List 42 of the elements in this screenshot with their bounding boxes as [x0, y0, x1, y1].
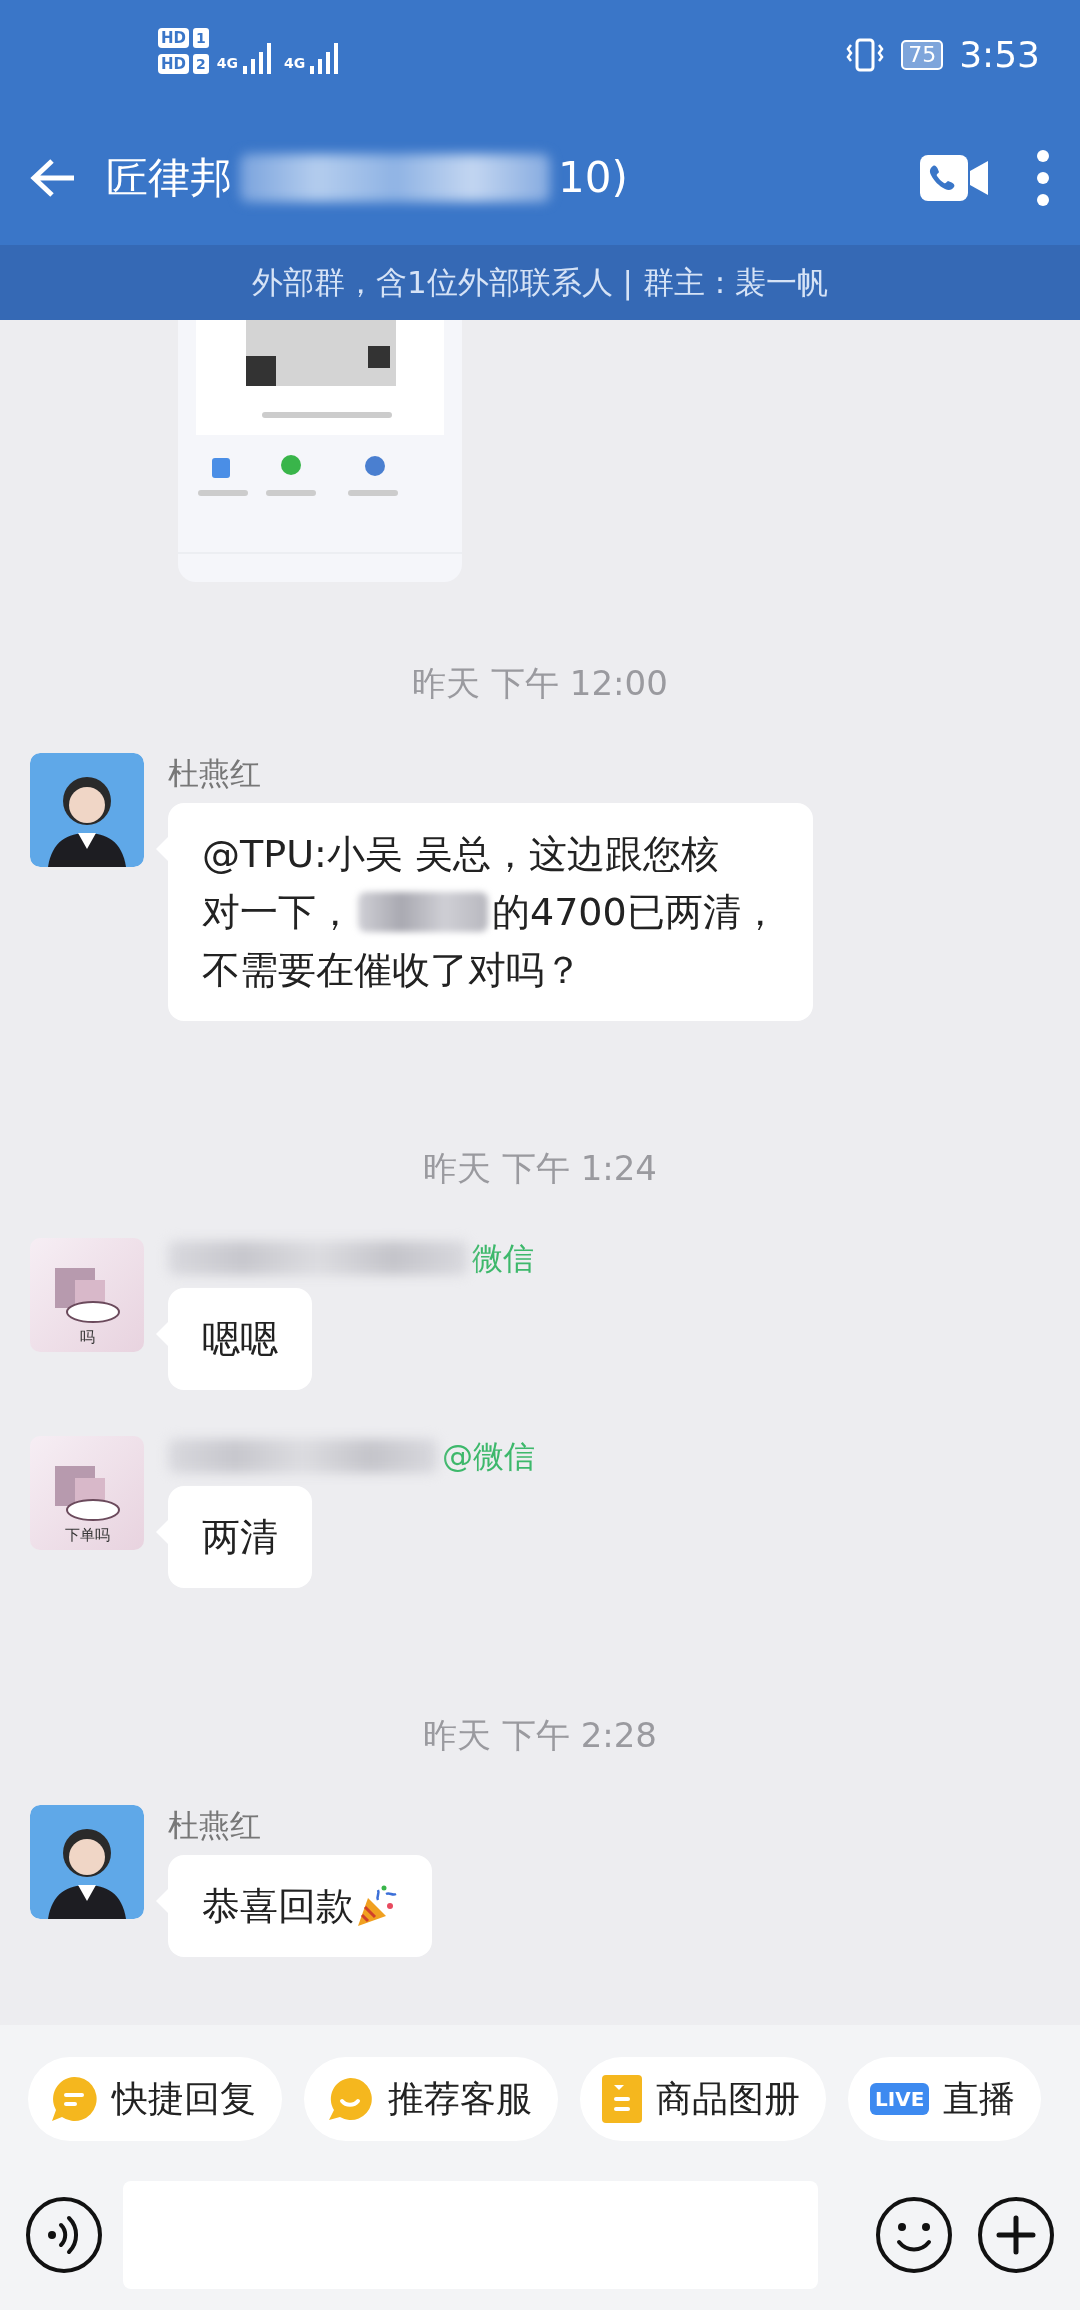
hd-badge: HD [158, 28, 189, 48]
live-badge: LIVE [870, 2083, 930, 2115]
message-bubble: 两清 [168, 1486, 312, 1588]
message-icon [50, 2075, 98, 2123]
more-menu-button[interactable] [1036, 148, 1050, 207]
timestamp: 昨天 下午 1:24 [422, 1147, 658, 1190]
video-call-button[interactable] [920, 154, 990, 201]
sender-name: 杜燕红 [168, 1806, 261, 1845]
sim-slot-badge: 2 [193, 54, 209, 74]
smiling-chat-icon [326, 2075, 374, 2123]
quick-action-chip[interactable]: 推荐客服 [304, 2057, 558, 2141]
chat-title: 10) [558, 152, 628, 204]
message-text: @TPU:小吴 吴总，这边跟您核 [202, 831, 719, 878]
back-button[interactable] [30, 157, 76, 198]
sender-name: 杜燕红 [168, 754, 261, 793]
sender-source-tag: 微信 [472, 1238, 534, 1278]
hd-badge: HD [158, 54, 189, 74]
quick-action-chip[interactable]: LIVE 直播 [848, 2057, 1042, 2141]
message-text: 的4700已两清， [492, 889, 779, 936]
voice-input-button[interactable] [25, 2196, 103, 2274]
sticker-caption: 吗 [79, 1326, 95, 1348]
network-type-label: 4G [284, 54, 306, 73]
quick-action-chip[interactable]: 快捷回复 [28, 2057, 282, 2141]
emoji-button[interactable] [875, 2196, 953, 2274]
chat-title: 匠律邦 [106, 152, 232, 204]
timestamp: 昨天 下午 12:00 [411, 662, 669, 705]
message-text: 对一下， [202, 889, 354, 936]
clock-time: 3:53 [959, 33, 1040, 77]
network-type-label: 4G [216, 54, 238, 73]
message-text: 恭喜回款 [202, 1883, 354, 1930]
group-info-text: 外部群，含1位外部联系人 | 群主 : 裴一帆 [0, 245, 1080, 320]
battery-level: 75 [901, 40, 944, 70]
message-bubble: 嗯嗯 [168, 1288, 312, 1390]
sim-slot-badge: 1 [193, 28, 209, 48]
timestamp: 昨天 下午 2:28 [422, 1714, 658, 1757]
vibrate-icon [845, 37, 886, 73]
message-text: 不需要在催收了对吗？ [202, 947, 582, 994]
quick-action-chip[interactable]: 商品图册 [580, 2057, 826, 2141]
document-icon [602, 2075, 642, 2123]
sticker-caption: 下单吗 [64, 1524, 110, 1546]
add-button[interactable] [977, 2196, 1055, 2274]
sender-source-tag: @微信 [442, 1436, 535, 1476]
